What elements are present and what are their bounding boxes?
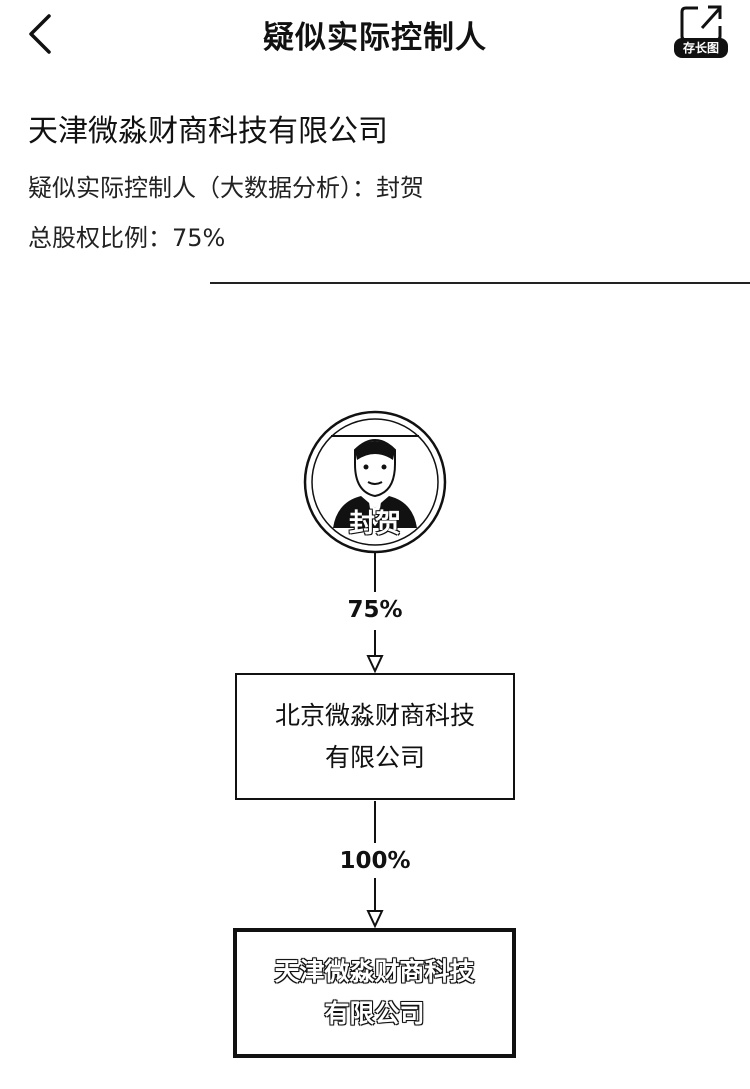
node-label-line: 有限公司 bbox=[324, 999, 425, 1028]
controller-person-name: 封贺 bbox=[348, 509, 401, 539]
node-label-line: 有限公司 bbox=[324, 742, 425, 772]
target-company-node[interactable]: 天津微淼财商科技 有限公司 bbox=[233, 928, 516, 1058]
arrow-down-icon bbox=[366, 655, 384, 674]
intermediate-company-node[interactable]: 北京微淼财商科技 有限公司 bbox=[235, 673, 515, 800]
arrow-down-icon bbox=[366, 910, 384, 929]
node-label-line: 北京微淼财商科技 bbox=[274, 700, 475, 730]
edge-percent-label: 100% bbox=[339, 848, 411, 874]
node-label-line: 天津微淼财商科技 bbox=[274, 957, 475, 986]
edge-percent-label: 75% bbox=[347, 597, 403, 623]
